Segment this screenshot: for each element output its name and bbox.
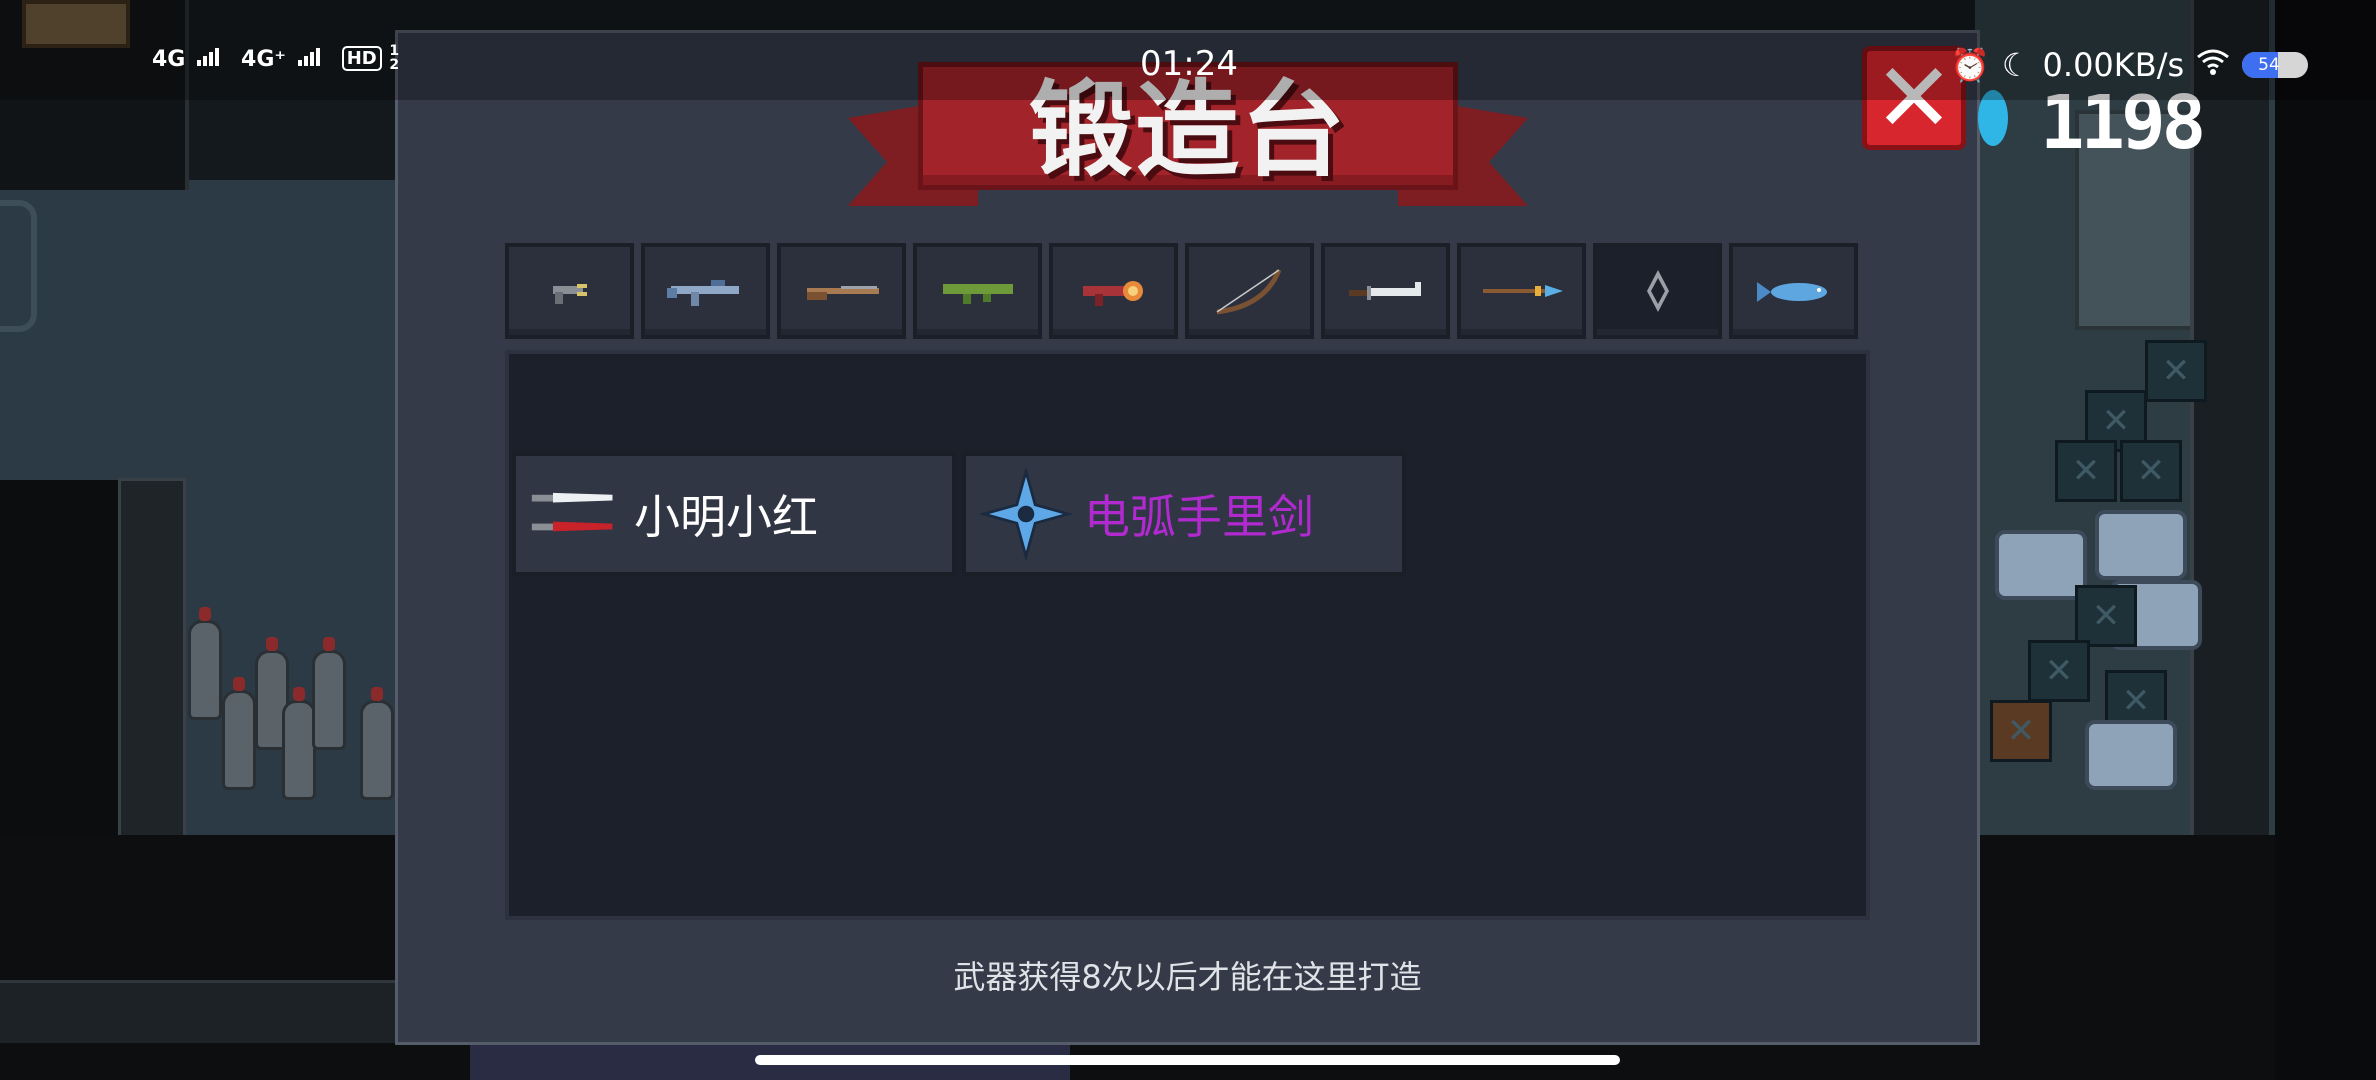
tab-pistol[interactable]: [505, 243, 634, 339]
tab-bow[interactable]: [1185, 243, 1314, 339]
gas-tank: [222, 677, 256, 790]
system-status-bar: 4G 4G⁺ HD 1 2 01:24 ⏰ ☾ 0.00KB/s 54: [0, 0, 2376, 100]
signal-bars-icon: [297, 48, 320, 66]
weapon-item-arc-shuriken[interactable]: 电弧手里剑: [962, 452, 1406, 576]
sword-icon: [1348, 282, 1421, 300]
crate: [2055, 440, 2117, 502]
battery-level: 54: [2258, 55, 2280, 75]
bow-icon: [1216, 269, 1281, 315]
tab-shuriken[interactable]: [1593, 243, 1722, 339]
laser-gun-icon: [1082, 281, 1143, 306]
rocket-launcher-icon: [942, 284, 1013, 304]
network-speed: 0.00KB/s: [2042, 46, 2185, 84]
signal-2: 4G⁺: [241, 47, 320, 72]
weapon-list-area: [505, 350, 1870, 920]
alarm-icon: ⏰: [1950, 46, 1990, 84]
cryo-pod: [1995, 530, 2087, 600]
forge-machine: [1990, 700, 2052, 762]
shotgun-icon: [806, 286, 879, 300]
tab-rocket-launcher[interactable]: [913, 243, 1042, 339]
floor-hex-marker: [0, 200, 37, 332]
moon-icon: ☾: [2001, 46, 2031, 84]
signal-1-label: 4G: [152, 47, 186, 72]
crate: [2120, 440, 2182, 502]
hd-voice-badge: HD 1 2: [341, 43, 400, 73]
spear-icon: [1482, 285, 1563, 297]
weapon-item-twin-knives[interactable]: 小明小红: [512, 452, 956, 576]
pillar-left: [118, 478, 186, 840]
twin-knives-icon: [526, 464, 626, 564]
gas-tank: [312, 637, 346, 750]
hd-label: HD: [341, 46, 382, 71]
forge-unlock-hint: 武器获得8次以后才能在这里打造: [953, 958, 1422, 996]
crate: [2145, 340, 2207, 402]
home-gesture-bar[interactable]: [755, 1055, 1620, 1065]
cryo-pod: [2095, 510, 2187, 580]
wifi-icon: [2196, 46, 2230, 84]
arc-shuriken-icon: [976, 464, 1076, 564]
signal-2-label: 4G⁺: [241, 47, 287, 72]
signal-bars-icon: [197, 48, 220, 66]
tab-shotgun[interactable]: [777, 243, 906, 339]
weapon-item-name: 电弧手里剑: [1084, 490, 1314, 544]
tab-sword[interactable]: [1321, 243, 1450, 339]
weapon-item-name: 小明小红: [634, 490, 818, 544]
tab-spear[interactable]: [1457, 243, 1586, 339]
clock: 01:24: [1140, 44, 1238, 84]
gas-tank: [188, 607, 222, 720]
status-right: ⏰ ☾ 0.00KB/s 54: [1950, 46, 2309, 84]
hd-index: 1: [389, 43, 400, 59]
gas-tank: [282, 687, 316, 800]
hd-sub: 2: [389, 57, 400, 73]
status-left: 4G 4G⁺ HD 1 2: [152, 44, 399, 72]
weapon-category-tabs: [505, 243, 1870, 343]
signal-1: 4G: [152, 47, 220, 72]
gas-tank: [360, 687, 394, 800]
rifle-icon: [666, 280, 739, 306]
cryo-pod: [2085, 720, 2177, 790]
shuriken-tab-icon: [1646, 270, 1669, 312]
pistol-icon: [552, 284, 587, 304]
out-of-bounds-right: [2275, 0, 2376, 1080]
crate: [2075, 585, 2137, 647]
bottom-wall-strip: [0, 980, 400, 1043]
tab-rifle[interactable]: [641, 243, 770, 339]
tab-fish[interactable]: [1729, 243, 1858, 339]
battery-icon: 54: [2242, 52, 2309, 78]
tab-laser-gun[interactable]: [1049, 243, 1178, 339]
fish-icon: [1756, 282, 1827, 302]
crate: [2028, 640, 2090, 702]
